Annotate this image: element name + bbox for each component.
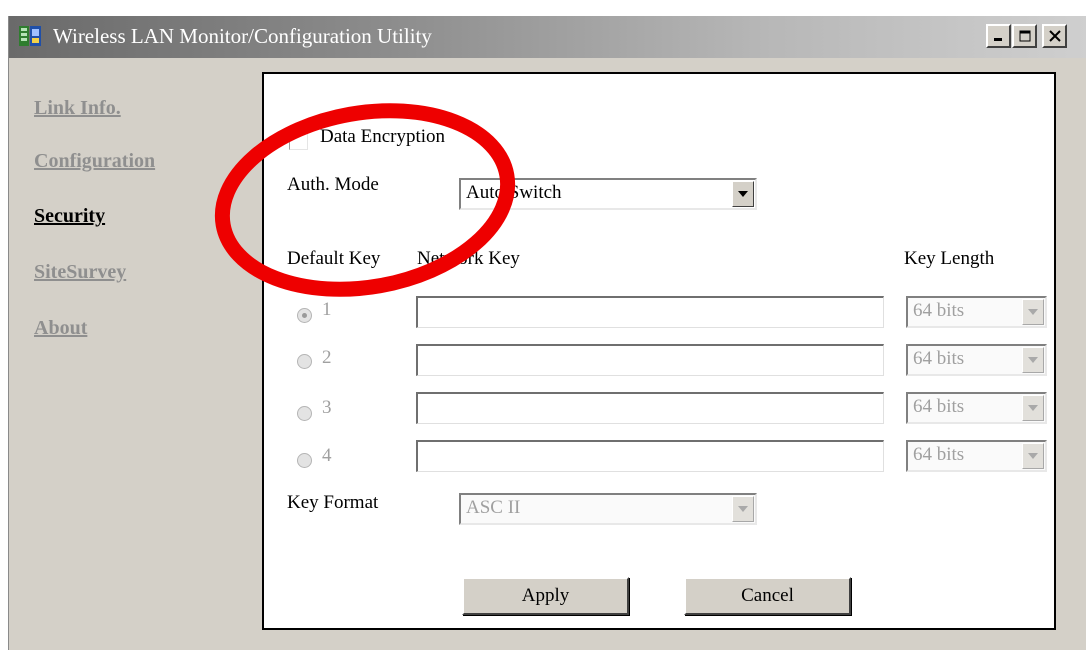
sidebar-item-about[interactable]: About	[34, 317, 87, 340]
key-3-length-value: 64 bits	[913, 396, 965, 417]
chevron-down-icon	[1022, 443, 1044, 469]
auth-mode-label: Auth. Mode	[287, 174, 379, 195]
minimize-icon	[993, 38, 1002, 41]
sidebar-item-security[interactable]: Security	[34, 205, 105, 228]
key-1-length-value: 64 bits	[913, 300, 965, 321]
key-4-length-value: 64 bits	[913, 444, 965, 465]
maximize-button[interactable]	[1012, 24, 1037, 48]
window-title: Wireless LAN Monitor/Configuration Utili…	[53, 24, 432, 48]
key-format-label: Key Format	[287, 492, 379, 513]
key-4-radio[interactable]	[297, 453, 312, 468]
maximize-icon	[1019, 30, 1030, 42]
key-3-length-select[interactable]: 64 bits	[906, 392, 1047, 424]
default-key-header: Default Key	[287, 248, 381, 269]
cancel-button[interactable]: Cancel	[684, 577, 851, 615]
chevron-down-icon	[1022, 347, 1044, 373]
data-encryption-checkbox[interactable]	[289, 131, 308, 150]
network-key-4-field[interactable]	[416, 440, 884, 472]
network-key-3-field[interactable]	[416, 392, 884, 424]
network-key-2-field[interactable]	[416, 344, 884, 376]
auth-mode-select[interactable]: Auto Switch	[459, 178, 757, 210]
chevron-down-icon	[1022, 299, 1044, 325]
key-1-radio[interactable]	[297, 308, 312, 323]
key-3-number: 3	[322, 397, 332, 418]
key-format-select[interactable]: ASC II	[459, 493, 757, 525]
key-1-number: 1	[322, 299, 332, 320]
utility-window: Wireless LAN Monitor/Configuration Utili…	[8, 16, 1086, 650]
key-2-length-select[interactable]: 64 bits	[906, 344, 1047, 376]
auth-mode-value: Auto Switch	[466, 182, 562, 203]
key-4-length-select[interactable]: 64 bits	[906, 440, 1047, 472]
sidebar-item-configuration[interactable]: Configuration	[34, 150, 155, 173]
sidebar-item-link-info[interactable]: Link Info.	[34, 97, 121, 120]
key-2-radio[interactable]	[297, 354, 312, 369]
security-panel: Data Encryption Auth. Mode Auto Switch D…	[262, 72, 1056, 630]
close-button[interactable]	[1042, 24, 1067, 48]
key-1-length-select[interactable]: 64 bits	[906, 296, 1047, 328]
apply-button[interactable]: Apply	[462, 577, 629, 615]
data-encryption-label: Data Encryption	[320, 126, 446, 147]
chevron-down-icon	[732, 181, 754, 207]
key-3-radio[interactable]	[297, 406, 312, 421]
key-length-header: Key Length	[904, 248, 995, 269]
key-4-number: 4	[322, 445, 332, 466]
chevron-down-icon	[1022, 395, 1044, 421]
key-format-value: ASC II	[466, 497, 521, 518]
chevron-down-icon	[732, 496, 754, 522]
network-key-header: Network Key	[417, 248, 520, 269]
network-key-1-field[interactable]	[416, 296, 884, 328]
key-2-number: 2	[322, 347, 332, 368]
sidebar-item-sitesurvey[interactable]: SiteSurvey	[34, 261, 126, 284]
title-bar[interactable]: Wireless LAN Monitor/Configuration Utili…	[9, 16, 1086, 58]
key-2-length-value: 64 bits	[913, 348, 965, 369]
close-icon	[1048, 30, 1061, 42]
app-icon	[19, 26, 41, 46]
minimize-button[interactable]	[986, 24, 1011, 48]
